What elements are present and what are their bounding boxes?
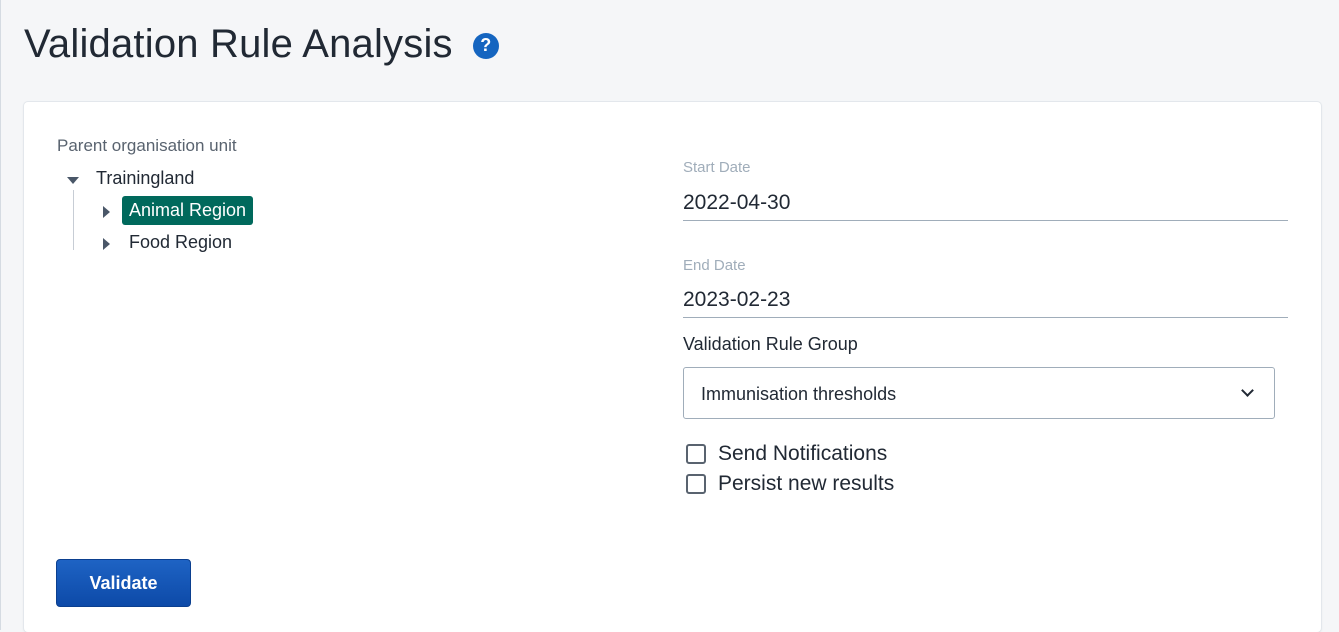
persist-results-checkbox[interactable] (686, 474, 706, 494)
rule-group-select[interactable]: Immunisation thresholds (683, 367, 1275, 419)
end-date-underline (683, 317, 1288, 318)
help-icon[interactable]: ? (472, 32, 499, 59)
validation-form-card: Parent organisation unit Trainingland An… (24, 102, 1321, 632)
tree-node-label[interactable]: Trainingland (96, 168, 194, 189)
start-date-underline (683, 220, 1288, 221)
end-date-label: End Date (683, 257, 746, 274)
send-notifications-option[interactable]: Send Notifications (686, 442, 887, 466)
persist-results-option[interactable]: Persist new results (686, 472, 894, 496)
chevron-down-icon[interactable] (1241, 384, 1254, 397)
end-date-input[interactable]: 2023-02-23 (683, 288, 790, 312)
tree-node-label-selected[interactable]: Animal Region (122, 196, 254, 225)
rule-group-value[interactable]: Immunisation thresholds (701, 384, 896, 405)
start-date-input[interactable]: 2022-04-30 (683, 191, 790, 215)
page-title: Validation Rule Analysis (24, 22, 453, 66)
send-notifications-checkbox[interactable] (686, 444, 706, 464)
send-notifications-label[interactable]: Send Notifications (718, 442, 887, 466)
caret-down-icon[interactable] (67, 177, 79, 184)
persist-results-label[interactable]: Persist new results (718, 472, 894, 496)
org-unit-label: Parent organisation unit (57, 136, 237, 155)
caret-right-icon[interactable] (103, 238, 110, 250)
rule-group-label: Validation Rule Group (683, 334, 858, 354)
caret-right-icon[interactable] (103, 206, 110, 218)
validate-button[interactable]: Validate (56, 559, 191, 607)
tree-node-label[interactable]: Food Region (122, 228, 239, 257)
tree-connector-line (73, 190, 74, 250)
page-header: Validation Rule Analysis ? (24, 22, 499, 67)
start-date-label: Start Date (683, 159, 751, 176)
